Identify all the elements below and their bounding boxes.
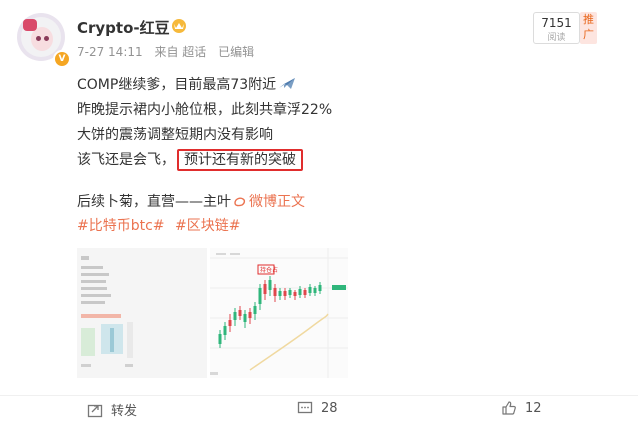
read-count: 7151 (541, 16, 572, 30)
like-button[interactable]: 12 (501, 400, 542, 416)
post-image-2-chart[interactable]: 持仓占 (210, 248, 348, 378)
verified-badge: V (53, 50, 71, 68)
post-time[interactable]: 7-27 14:11 (77, 45, 143, 59)
avatar-eye (44, 36, 49, 41)
like-count: 12 (525, 400, 542, 416)
topic-tag-btc[interactable]: #比特币btc# (77, 218, 165, 234)
content-line-3: 大饼的震荡调整短期内没有影响 (77, 127, 273, 143)
promote-button[interactable]: 推 广 (580, 12, 597, 44)
repost-button[interactable]: 转发 (87, 400, 137, 419)
crown-icon (172, 19, 186, 33)
read-label: 阅读 (547, 33, 566, 43)
post-image-1[interactable] (77, 248, 207, 378)
content-line-2: 昨晚提示裙内小舱位根，此刻共章浮22% (77, 102, 333, 118)
topic-tags: #比特币btc# #区块链# (77, 214, 246, 239)
comment-count: 28 (321, 400, 338, 416)
content-text-4: 该飞还是会飞， (77, 152, 175, 168)
promote-label-1: 推 (583, 13, 594, 26)
post-image-1-graphic (77, 248, 207, 378)
full-text-link-label: 微博正文 (249, 194, 305, 210)
full-text-link[interactable]: 微博正文 (231, 194, 305, 210)
weibo-icon (234, 197, 246, 207)
edited-label[interactable]: 已编辑 (218, 45, 254, 59)
highlighted-text: 预计还有新的突破 (177, 149, 303, 171)
repost-icon (87, 404, 103, 417)
comment-icon (297, 401, 313, 414)
post-meta: 7-27 14:11 来自 超话 已编辑 (77, 43, 262, 60)
candlestick-chart-graphic: 持仓占 (210, 248, 348, 378)
comment-button[interactable]: 28 (297, 400, 338, 416)
post-source[interactable]: 来自 超话 (154, 45, 206, 59)
airplane-icon (279, 78, 296, 89)
content-line-1: COMP继续爹，目前最高73附近 (77, 73, 332, 98)
read-count-box: 7151 阅读 (533, 12, 580, 44)
content-text-1: COMP继续爹，目前最高73附近 (77, 77, 277, 93)
repost-label: 转发 (111, 404, 138, 419)
thumbs-up-icon (502, 401, 516, 415)
post-content: COMP继续爹，目前最高73附近 昨晚提示裙内小舱位根，此刻共章浮22% 大饼的… (77, 73, 332, 173)
follow-line: 后续卜菊，直营——主叶 微博正文 (77, 190, 305, 215)
avatar-eye (36, 36, 41, 41)
username[interactable]: Crypto-红豆 (77, 17, 170, 38)
topic-tag-blockchain[interactable]: #区块链# (175, 218, 240, 234)
promote-label-2: 广 (583, 28, 594, 41)
avatar-bow (23, 19, 37, 31)
action-bar-divider (0, 395, 638, 396)
follow-text: 后续卜菊，直营——主叶 (77, 194, 231, 210)
content-line-4: 该飞还是会飞， 预计还有新的突破 (77, 148, 332, 173)
chart-annotation-label: 持仓占 (260, 266, 278, 274)
